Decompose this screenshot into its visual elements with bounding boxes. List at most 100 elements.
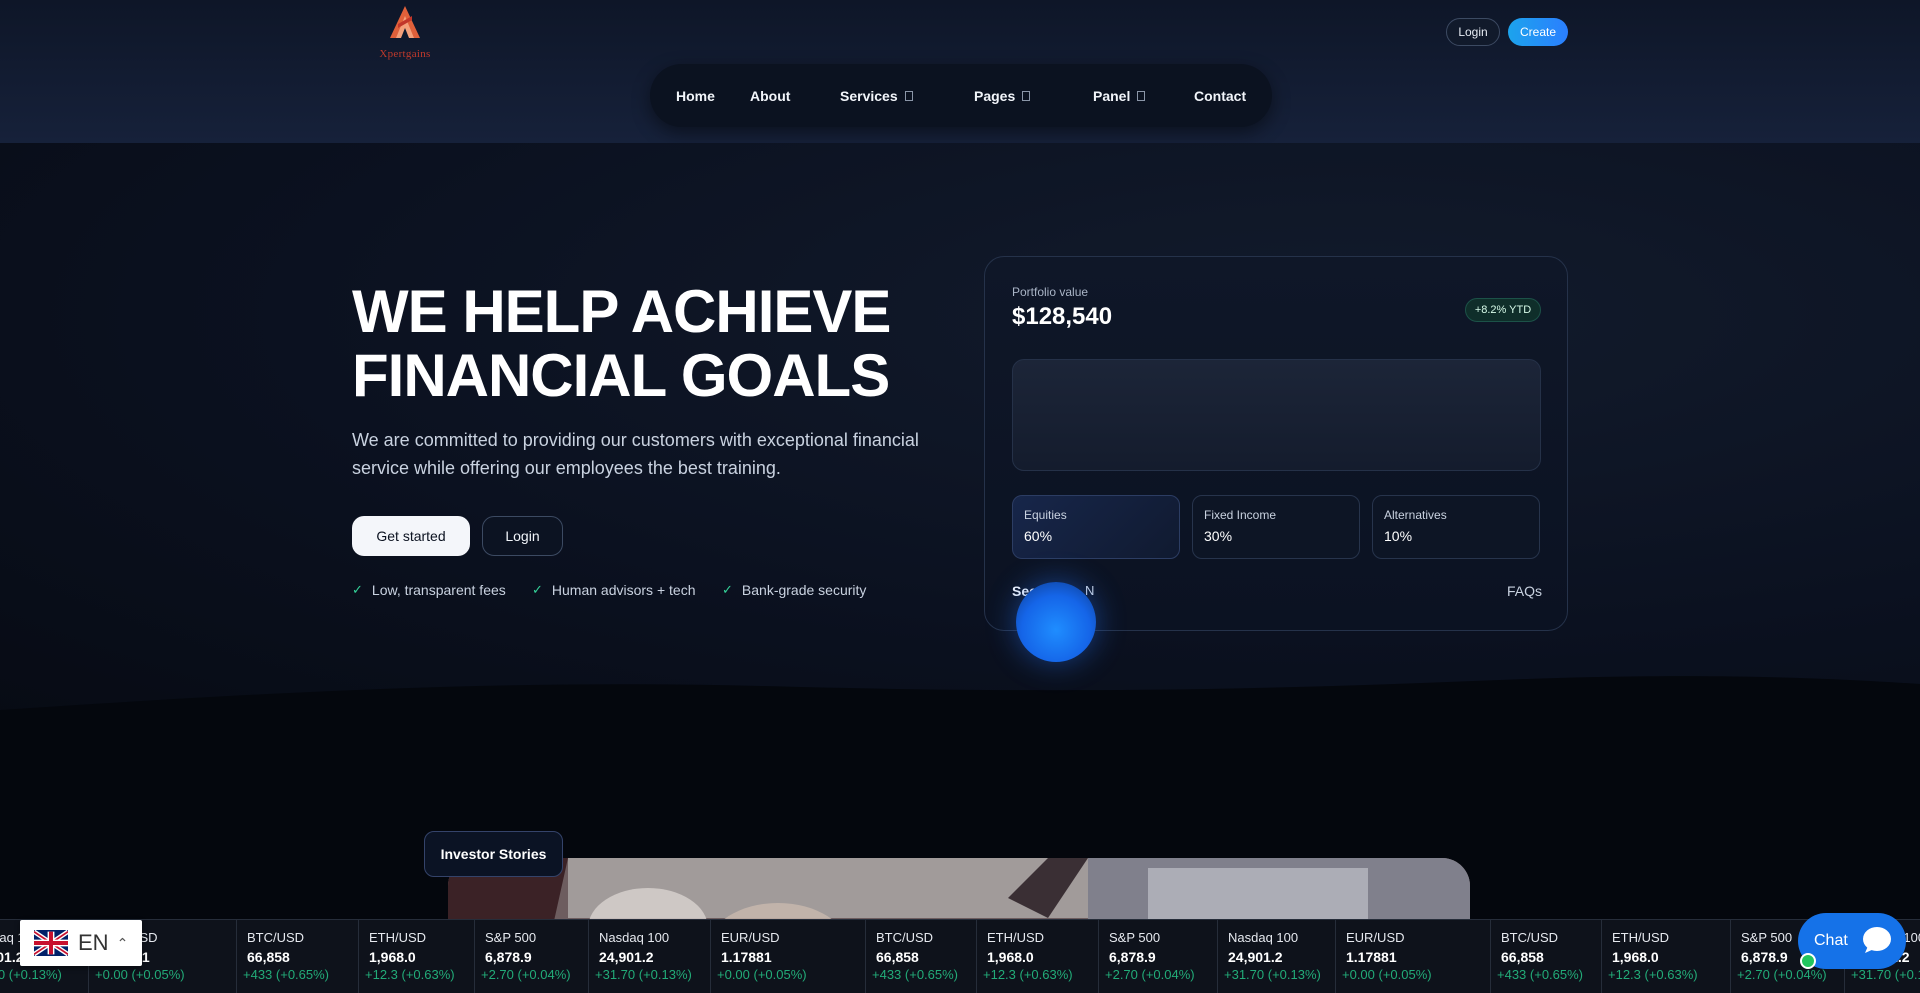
allocation-value: 60%	[1024, 528, 1053, 544]
ticker-price: 6,878.9	[485, 949, 532, 965]
feature-item: ✓ Low, transparent fees	[352, 580, 506, 600]
ticker-symbol: S&P 500	[485, 930, 537, 945]
ticker-price: 24,901.2	[599, 949, 654, 965]
ticker-change: +0.00 (+0.05%)	[1342, 967, 1432, 982]
brand-logo[interactable]: Xpertgains	[368, 2, 442, 66]
nav-item-home[interactable]: Home	[676, 64, 715, 127]
market-ticker: Nasdaq 100 24,901.2 +31.70 (+0.13%) EUR/USD…	[0, 919, 1920, 993]
nav-item-label: Contact	[1194, 87, 1247, 104]
ticker-symbol: BTC/USD	[1501, 930, 1559, 945]
ticker-symbol: ETH/USD	[987, 930, 1045, 945]
ticker-symbol: BTC/USD	[876, 930, 934, 945]
ticker-symbol: S&P 500	[1109, 930, 1161, 945]
nav-item-contact[interactable]: Contact	[1194, 64, 1246, 127]
feature-label: Low, transparent fees	[371, 582, 506, 598]
ticker-item[interactable]: EUR/USD 1.17881 +0.00 (+0.05%)	[710, 920, 865, 993]
get-started-button[interactable]: Get started	[352, 516, 470, 556]
hero-title-line: WE HELP ACHIEVE	[352, 278, 891, 345]
allocation-name: Alternatives	[1384, 508, 1447, 522]
ticker-item[interactable]: ETH/USD 1,968.0 +12.3 (+0.63%)	[1601, 920, 1730, 993]
nav-item-pages[interactable]: Pages	[974, 64, 1031, 127]
hero-title-line: FINANCIAL GOALS	[352, 342, 890, 409]
check-icon: ✓	[722, 582, 733, 597]
ticker-price: 66,858	[876, 949, 919, 965]
ticker-price: 1,968.0	[369, 949, 416, 965]
ticker-item[interactable]: ETH/USD 1,968.0 +12.3 (+0.63%)	[358, 920, 474, 993]
portfolio-label: Portfolio value	[1012, 285, 1089, 299]
portfolio-value: $128,540	[1012, 303, 1113, 330]
ticker-change: +2.70 (+0.04%)	[1105, 967, 1195, 982]
ticker-item[interactable]: Nasdaq 100 24,901.2 +31.70 (+0.13%)	[1217, 920, 1335, 993]
allocation-fixed-income[interactable]: Fixed Income 30%	[1192, 495, 1360, 559]
dropdown-icon	[904, 90, 913, 101]
ticker-symbol: EUR/USD	[1346, 930, 1405, 945]
ticker-item[interactable]: S&P 500 6,878.9 +2.70 (+0.04%)	[474, 920, 588, 993]
ticker-item[interactable]: S&P 500 6,878.9 +2.70 (+0.04%)	[1098, 920, 1217, 993]
check-icon: ✓	[352, 582, 363, 597]
dropdown-icon	[1022, 90, 1031, 101]
hero-login-button[interactable]: Login	[482, 516, 563, 556]
ticker-symbol: ETH/USD	[1612, 930, 1670, 945]
ticker-price: 6,878.9	[1741, 949, 1788, 965]
online-status-dot	[1800, 953, 1816, 969]
feature-item: ✓ Bank-grade security	[722, 580, 866, 600]
ticker-change: +2.70 (+0.04%)	[1737, 967, 1827, 982]
feature-item: ✓ Human advisors + tech	[532, 580, 695, 600]
header-create-button[interactable]: Create	[1508, 18, 1568, 46]
ticker-change: +2.70 (+0.04%)	[481, 967, 571, 982]
ticker-symbol: ETH/USD	[369, 930, 427, 945]
ticker-item[interactable]: ETH/USD 1,968.0 +12.3 (+0.63%)	[976, 920, 1098, 993]
ticker-symbol: Nasdaq 100	[1228, 930, 1299, 945]
ticker-change: +31.70 (+0.13%)	[1851, 967, 1920, 982]
feature-label: Bank-grade security	[741, 582, 867, 598]
ticker-change: +12.3 (+0.63%)	[1608, 967, 1698, 982]
language-selector[interactable]: EN ⌃	[20, 920, 142, 966]
ticker-change: +433 (+0.65%)	[872, 967, 959, 982]
ticker-item[interactable]: EUR/USD 1.17881 +0.00 (+0.05%)	[1335, 920, 1490, 993]
ticker-change: +0.00 (+0.05%)	[95, 967, 185, 982]
brand-mark-icon	[390, 6, 420, 38]
nav-item-services[interactable]: Services	[840, 64, 913, 127]
portfolio-chart	[1012, 359, 1541, 471]
ytd-badge: +8.2% YTD	[1465, 298, 1541, 322]
nav-item-label: Panel	[1093, 87, 1131, 104]
ticker-item[interactable]: BTC/USD 66,858 +433 (+0.65%)	[1490, 920, 1601, 993]
main-nav: Home About Services Pages Panel Contact	[650, 64, 1272, 127]
allocation-name: Fixed Income	[1204, 508, 1277, 522]
ticker-change: +433 (+0.65%)	[1497, 967, 1584, 982]
nav-item-label: Pages	[974, 87, 1016, 104]
language-code: EN	[78, 930, 109, 955]
ticker-item[interactable]: BTC/USD 66,858 +433 (+0.65%)	[865, 920, 976, 993]
nav-item-panel[interactable]: Panel	[1093, 64, 1146, 127]
portfolio-card: Portfolio value $128,540 +8.2% YTD Equit…	[984, 256, 1568, 631]
header-login-button[interactable]: Login	[1446, 18, 1500, 46]
faqs-link[interactable]: FAQs	[1507, 583, 1542, 599]
ticker-price: 66,858	[1501, 949, 1544, 965]
nav-item-label: Home	[676, 87, 715, 104]
nav-item-about[interactable]: About	[750, 64, 790, 127]
ticker-change: +31.70 (+0.13%)	[0, 967, 62, 982]
ticker-symbol: EUR/USD	[721, 930, 780, 945]
chat-bubble-icon	[1863, 927, 1891, 953]
ticker-change: +31.70 (+0.13%)	[595, 967, 692, 982]
ticker-price: 66,858	[247, 949, 290, 965]
ticker-price: 1,968.0	[1612, 949, 1659, 965]
ticker-change: +433 (+0.65%)	[243, 967, 330, 982]
ticker-item[interactable]: Nasdaq 100 24,901.2 +31.70 (+0.13%)	[588, 920, 710, 993]
uk-flag-icon	[34, 930, 68, 956]
ticker-price: 6,878.9	[1109, 949, 1156, 965]
feature-label: Human advisors + tech	[551, 582, 696, 598]
ticker-change: +0.00 (+0.05%)	[717, 967, 807, 982]
ticker-change: +31.70 (+0.13%)	[1224, 967, 1321, 982]
check-icon: ✓	[532, 582, 543, 597]
allocation-alternatives[interactable]: Alternatives 10%	[1372, 495, 1540, 559]
brand-name: Xpertgains	[379, 48, 431, 60]
ticker-item[interactable]: BTC/USD 66,858 +433 (+0.65%)	[236, 920, 358, 993]
allocation-equities[interactable]: Equities 60%	[1012, 495, 1180, 559]
dropdown-icon	[1137, 90, 1146, 101]
nav-item-label: About	[750, 87, 791, 104]
ticker-change: +12.3 (+0.63%)	[983, 967, 1073, 982]
hero-section	[0, 143, 1920, 723]
investor-stories-tag[interactable]: Investor Stories	[424, 831, 563, 877]
section-wave	[0, 676, 1920, 732]
